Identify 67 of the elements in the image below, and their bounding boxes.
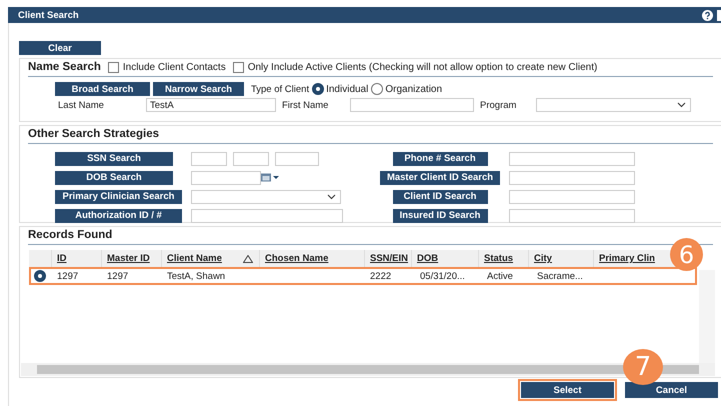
search-button[interactable]: Primary Clinician Search	[55, 190, 182, 204]
input-field[interactable]: TestA	[146, 98, 276, 112]
checkbox[interactable]	[108, 62, 119, 72]
table-cell: 2222	[370, 270, 392, 282]
search-button[interactable]: Authorization ID / #	[55, 208, 182, 222]
clear-button[interactable]: Clear	[19, 41, 101, 55]
chevron-down-icon	[677, 102, 686, 108]
search-button[interactable]: Master Client ID Search	[380, 170, 500, 184]
search-button[interactable]: DOB Search	[55, 170, 173, 184]
field-label: Type of Client	[251, 84, 310, 94]
input-field[interactable]	[509, 190, 635, 204]
window-title: Client Search	[18, 10, 79, 20]
step-number-badge: 6	[670, 238, 703, 271]
input-field[interactable]	[191, 208, 343, 222]
column-header[interactable]: Status	[484, 253, 514, 264]
column-header[interactable]: Chosen Name	[265, 253, 328, 264]
search-button[interactable]: SSN Search	[55, 152, 173, 166]
dropdown-field[interactable]	[191, 190, 341, 204]
radio-label: Organization	[385, 84, 442, 94]
search-button[interactable]: Insured ID Search	[392, 208, 488, 222]
input-field[interactable]	[191, 152, 227, 166]
window-button-icon[interactable]	[717, 10, 721, 20]
table-cell: 1297	[107, 270, 128, 282]
field-label: Last Name	[58, 100, 105, 110]
checkbox-label: Include Client Contacts	[122, 62, 226, 72]
input-field[interactable]	[509, 152, 635, 166]
table-cell: TestA, Shawn	[167, 270, 226, 282]
chevron-down-icon	[327, 194, 336, 200]
dropdown-field[interactable]	[536, 98, 691, 112]
search-button[interactable]: Client ID Search	[392, 190, 488, 204]
field-label: First Name	[282, 100, 330, 110]
column-header[interactable]: DOB	[417, 253, 438, 264]
search-button[interactable]: Phone # Search	[392, 152, 488, 166]
section-title: Name Search	[28, 61, 101, 73]
input-field[interactable]	[275, 152, 319, 166]
table-cell: Sacrame...	[537, 270, 583, 282]
radio-button[interactable]	[34, 270, 46, 282]
cancel-button[interactable]: Cancel	[625, 382, 718, 398]
column-header[interactable]: ID	[57, 253, 66, 264]
checkbox-label: Only Include Active Clients (Checking will not allow option to create new Client)	[248, 62, 598, 72]
checkbox[interactable]	[232, 62, 244, 72]
input-field[interactable]	[509, 170, 635, 184]
calendar-icon[interactable]	[261, 173, 279, 182]
radio-button[interactable]	[312, 83, 324, 95]
radio-button[interactable]	[371, 83, 384, 95]
table-cell: Active	[487, 270, 513, 282]
column-header[interactable]: Master ID	[107, 253, 150, 264]
table-cell: 05/31/20...	[420, 270, 465, 282]
input-field[interactable]	[509, 208, 635, 222]
section-title: Records Found	[28, 229, 112, 241]
select-button[interactable]: Select	[521, 382, 614, 398]
help-icon[interactable]	[702, 10, 713, 20]
field-label: Program	[480, 100, 518, 110]
input-field[interactable]	[350, 98, 474, 112]
radio-label: Individual	[326, 84, 368, 94]
date-field[interactable]	[191, 170, 261, 184]
column-header[interactable]: Primary Clin	[599, 253, 655, 264]
narrow-search-button[interactable]: Narrow Search	[153, 82, 244, 96]
input-field[interactable]	[233, 152, 269, 166]
column-header[interactable]: City	[534, 253, 552, 264]
section-title: Other Search Strategies	[28, 128, 160, 140]
column-header[interactable]: SSN/EIN	[370, 253, 408, 264]
sort-triangle-icon[interactable]	[243, 254, 253, 262]
table-cell: 1297	[57, 270, 78, 282]
column-header[interactable]: Client Name	[167, 253, 222, 264]
step-number-badge: 7	[623, 349, 663, 385]
broad-search-button[interactable]: Broad Search	[55, 82, 150, 96]
